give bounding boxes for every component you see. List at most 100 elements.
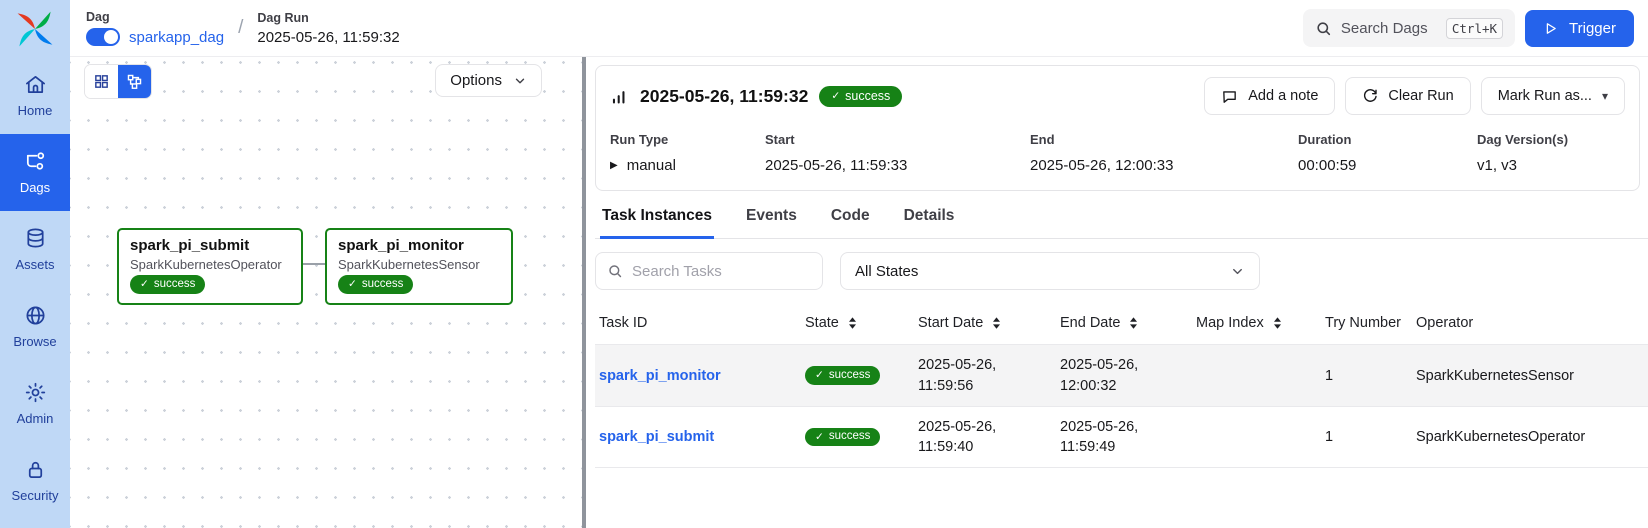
start-date-cell: 2025-05-26, 11:59:56 xyxy=(918,355,1036,396)
expand-run-type-icon[interactable]: ▶ xyxy=(610,160,618,171)
caret-down-icon: ▾ xyxy=(1602,89,1608,103)
clear-run-label: Clear Run xyxy=(1388,88,1453,104)
tab-task-instances[interactable]: Task Instances xyxy=(600,197,714,239)
chevron-down-icon xyxy=(513,74,527,88)
check-icon: ✓ xyxy=(815,369,824,382)
grid-icon xyxy=(93,73,110,90)
task-id-link[interactable]: spark_pi_monitor xyxy=(599,368,721,384)
meta-duration: Duration 00:00:59 xyxy=(1298,132,1477,174)
run-status-label: success xyxy=(845,89,890,104)
column-state[interactable]: State xyxy=(805,315,918,331)
search-shortcut-kbd: Ctrl+K xyxy=(1446,18,1503,39)
note-icon xyxy=(1221,88,1238,105)
sidebar-item-assets[interactable]: Assets xyxy=(0,211,70,288)
dag-run-label: Dag Run xyxy=(257,11,399,25)
add-note-button[interactable]: Add a note xyxy=(1204,77,1335,115)
meta-value: v1, v3 xyxy=(1477,157,1625,174)
sort-icon[interactable] xyxy=(847,316,858,330)
assets-icon xyxy=(24,227,47,250)
search-tasks-input[interactable] xyxy=(632,263,811,280)
sidebar-nav: Home Dags Assets Browse xyxy=(0,57,70,528)
state-filter-select[interactable]: All States xyxy=(840,252,1260,290)
table-header-row: Task ID State Start Date End Date Map In… xyxy=(595,301,1648,344)
try-number-cell: 1 xyxy=(1325,429,1416,445)
column-task-id: Task ID xyxy=(595,315,805,331)
tab-code[interactable]: Code xyxy=(829,197,872,239)
browse-icon xyxy=(24,304,47,327)
search-tasks-box[interactable] xyxy=(595,252,823,290)
end-date-cell: 2025-05-26, 12:00:32 xyxy=(1060,355,1178,396)
meta-value: 00:00:59 xyxy=(1298,157,1477,174)
tab-details[interactable]: Details xyxy=(902,197,957,239)
meta-start: Start 2025-05-26, 11:59:33 xyxy=(765,132,1030,174)
column-map-index[interactable]: Map Index xyxy=(1196,315,1325,331)
table-row: spark_pi_submit ✓ success 2025-05-26, 11:… xyxy=(595,406,1648,468)
graph-options-button[interactable]: Options xyxy=(435,64,542,97)
mark-run-as-button[interactable]: Mark Run as... ▾ xyxy=(1481,77,1625,115)
graph-view-button[interactable] xyxy=(118,65,151,98)
table-row: spark_pi_monitor ✓success 2025-05-26, 11… xyxy=(595,344,1648,406)
column-end-date[interactable]: End Date xyxy=(1060,315,1196,331)
sort-icon[interactable] xyxy=(991,316,1002,330)
trigger-label: Trigger xyxy=(1569,20,1616,37)
task-edge xyxy=(303,263,325,265)
meta-run-type: Run Type ▶ manual xyxy=(610,132,765,174)
run-meta-grid: Run Type ▶ manual Start 2025-05-26, 11:5… xyxy=(610,132,1625,174)
sidebar-item-security[interactable]: Security xyxy=(0,442,70,519)
breadcrumb-separator: / xyxy=(230,17,251,39)
check-icon: ✓ xyxy=(815,431,824,444)
detail-tabs: Task Instances Events Code Details xyxy=(595,197,1648,239)
sort-icon[interactable] xyxy=(1272,316,1283,330)
column-start-date[interactable]: Start Date xyxy=(918,315,1060,331)
meta-label: End xyxy=(1030,132,1298,147)
run-summary-card: 2025-05-26, 11:59:32 ✓ success Add a not… xyxy=(595,65,1640,191)
task-node-title: spark_pi_monitor xyxy=(338,237,500,254)
dag-name-link[interactable]: sparkapp_dag xyxy=(129,29,224,46)
sidebar-item-admin[interactable]: Admin xyxy=(0,365,70,442)
trigger-button[interactable]: Trigger xyxy=(1525,10,1634,47)
grid-view-button[interactable] xyxy=(85,65,118,98)
meta-label: Duration xyxy=(1298,132,1477,147)
security-icon xyxy=(24,458,47,481)
add-note-label: Add a note xyxy=(1248,88,1318,104)
chevron-down-icon xyxy=(1230,264,1245,279)
view-toggle-group xyxy=(84,64,152,99)
search-dags-input[interactable] xyxy=(1341,20,1437,37)
task-node-spark-pi-submit[interactable]: spark_pi_submit SparkKubernetesOperator … xyxy=(117,228,303,305)
mark-run-as-label: Mark Run as... xyxy=(1498,88,1592,104)
task-node-spark-pi-monitor[interactable]: spark_pi_monitor SparkKubernetesSensor ✓… xyxy=(325,228,513,305)
status-badge: ✓ success xyxy=(338,275,413,294)
clear-run-button[interactable]: Clear Run xyxy=(1345,77,1470,115)
sidebar-item-dags[interactable]: Dags xyxy=(0,134,70,211)
bar-chart-icon xyxy=(610,87,629,106)
dags-icon xyxy=(24,150,47,173)
main-area: Dag sparkapp_dag / Dag Run 2025-05-26, 1… xyxy=(70,0,1648,528)
task-node-operator: SparkKubernetesOperator xyxy=(130,257,290,272)
tab-events[interactable]: Events xyxy=(744,197,799,239)
run-status-badge: ✓ success xyxy=(819,86,902,107)
meta-label: Run Type xyxy=(610,132,765,147)
dag-graph-panel: Options spark_pi_submit SparkKubernetesO… xyxy=(70,57,582,528)
sidebar-item-label: Home xyxy=(18,103,53,118)
sort-icon[interactable] xyxy=(1128,316,1139,330)
sidebar-item-label: Assets xyxy=(15,257,54,272)
task-id-link[interactable]: spark_pi_submit xyxy=(599,429,714,445)
start-date-cell: 2025-05-26, 11:59:40 xyxy=(918,417,1036,458)
dag-pause-toggle[interactable] xyxy=(86,28,120,46)
breadcrumb-dag-run: Dag Run 2025-05-26, 11:59:32 xyxy=(257,11,399,46)
search-dags-box[interactable]: Ctrl+K xyxy=(1303,9,1515,47)
state-filter-value: All States xyxy=(855,263,918,280)
meta-dag-versions: Dag Version(s) v1, v3 xyxy=(1477,132,1625,174)
operator-cell: SparkKubernetesSensor xyxy=(1416,368,1648,384)
column-try-number: Try Number xyxy=(1325,315,1416,331)
status-badge: ✓success xyxy=(805,366,880,385)
airflow-logo[interactable] xyxy=(0,0,70,57)
sidebar-item-browse[interactable]: Browse xyxy=(0,288,70,365)
task-instances-table: Task ID State Start Date End Date Map In… xyxy=(595,301,1648,468)
search-icon xyxy=(607,263,623,279)
status-label: success xyxy=(829,430,871,444)
meta-label: Start xyxy=(765,132,1030,147)
breadcrumb-dag: Dag sparkapp_dag xyxy=(86,10,224,46)
sidebar-item-label: Security xyxy=(12,488,59,503)
sidebar-item-home[interactable]: Home xyxy=(0,57,70,134)
